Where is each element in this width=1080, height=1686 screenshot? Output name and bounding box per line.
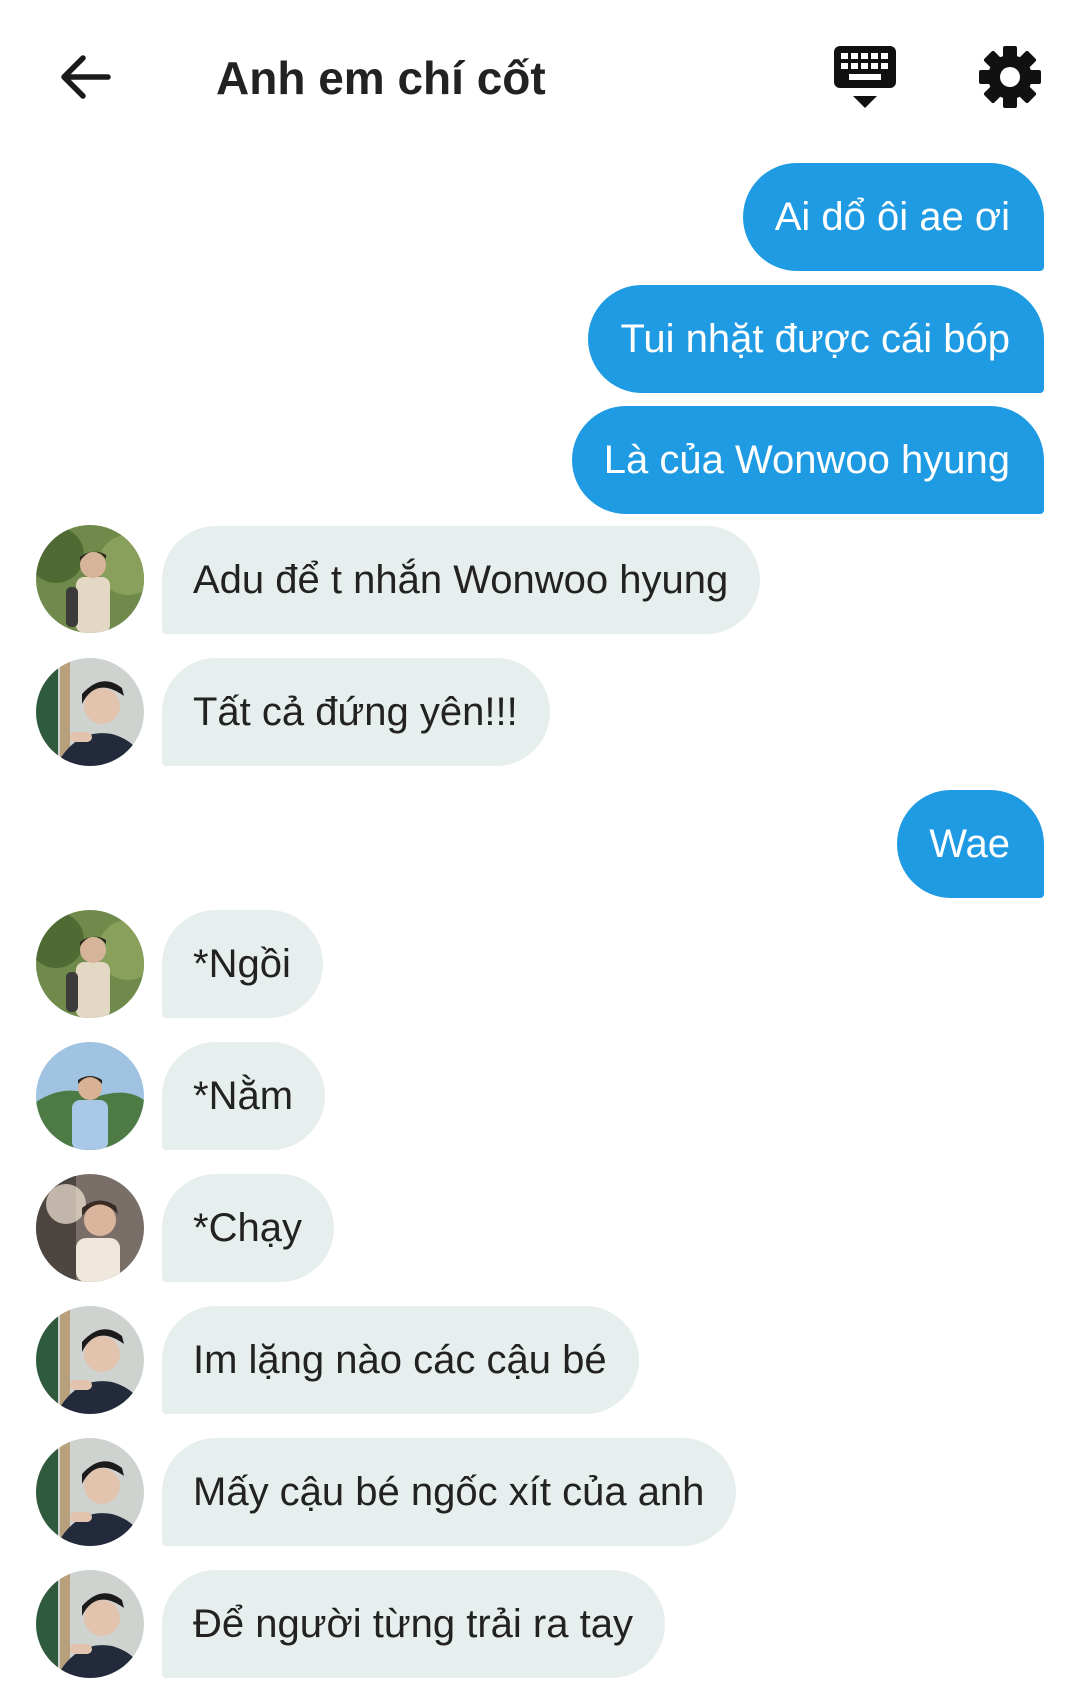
message-text: Là của Wonwoo hyung <box>603 437 1010 482</box>
avatar-photo <box>36 1174 144 1282</box>
incoming-message-bubble[interactable]: Adu để t nhắn Wonwoo hyung <box>162 526 761 634</box>
incoming-message-bubble[interactable]: Im lặng nào các cậu bé <box>162 1306 639 1414</box>
avatar-photo <box>36 1438 144 1546</box>
avatar[interactable] <box>36 1438 144 1546</box>
message-text: Im lặng nào các cậu bé <box>193 1337 607 1382</box>
outgoing-message-bubble[interactable]: Là của Wonwoo hyung <box>571 406 1044 514</box>
message-text: *Chạy <box>193 1205 302 1250</box>
message-text: Tất cả đứng yên!!! <box>193 689 518 734</box>
avatar[interactable] <box>36 1306 144 1414</box>
incoming-message-bubble[interactable]: *Nằm <box>162 1042 326 1150</box>
avatar[interactable] <box>36 525 144 633</box>
avatar[interactable] <box>36 910 144 1018</box>
avatar-photo <box>36 1042 144 1150</box>
outgoing-message-bubble[interactable]: Ai dổ ôi ae ơi <box>742 163 1044 271</box>
message-text: *Ngồi <box>193 941 291 986</box>
avatar[interactable] <box>36 1174 144 1282</box>
message-text: Để người từng trải ra tay <box>193 1601 633 1646</box>
incoming-message-bubble[interactable]: Để người từng trải ra tay <box>162 1570 665 1678</box>
incoming-message-bubble[interactable]: *Ngồi <box>162 910 323 1018</box>
avatar-photo <box>36 1306 144 1414</box>
avatar-photo <box>36 525 144 633</box>
avatar[interactable] <box>36 1570 144 1678</box>
incoming-message-bubble[interactable]: Mấy cậu bé ngốc xít của anh <box>162 1438 737 1546</box>
avatar[interactable] <box>36 1042 144 1150</box>
message-text: Mấy cậu bé ngốc xít của anh <box>193 1469 705 1514</box>
message-text: Ai dổ ôi ae ơi <box>774 194 1010 239</box>
avatar[interactable] <box>36 658 144 766</box>
message-text: Adu để t nhắn Wonwoo hyung <box>193 557 729 602</box>
outgoing-message-bubble[interactable]: Wae <box>897 790 1044 898</box>
incoming-message-bubble[interactable]: *Chạy <box>162 1174 334 1282</box>
message-text: Tui nhặt được cái bóp <box>620 316 1010 361</box>
message-list: Ai dổ ôi ae ơi Tui nhặt được cái bóp Là … <box>0 0 1080 1686</box>
message-text: *Nằm <box>193 1073 294 1118</box>
outgoing-message-bubble[interactable]: Tui nhặt được cái bóp <box>588 285 1044 393</box>
avatar-photo <box>36 1570 144 1678</box>
avatar-photo <box>36 910 144 1018</box>
message-text: Wae <box>929 821 1010 866</box>
incoming-message-bubble[interactable]: Tất cả đứng yên!!! <box>162 658 550 766</box>
avatar-photo <box>36 658 144 766</box>
